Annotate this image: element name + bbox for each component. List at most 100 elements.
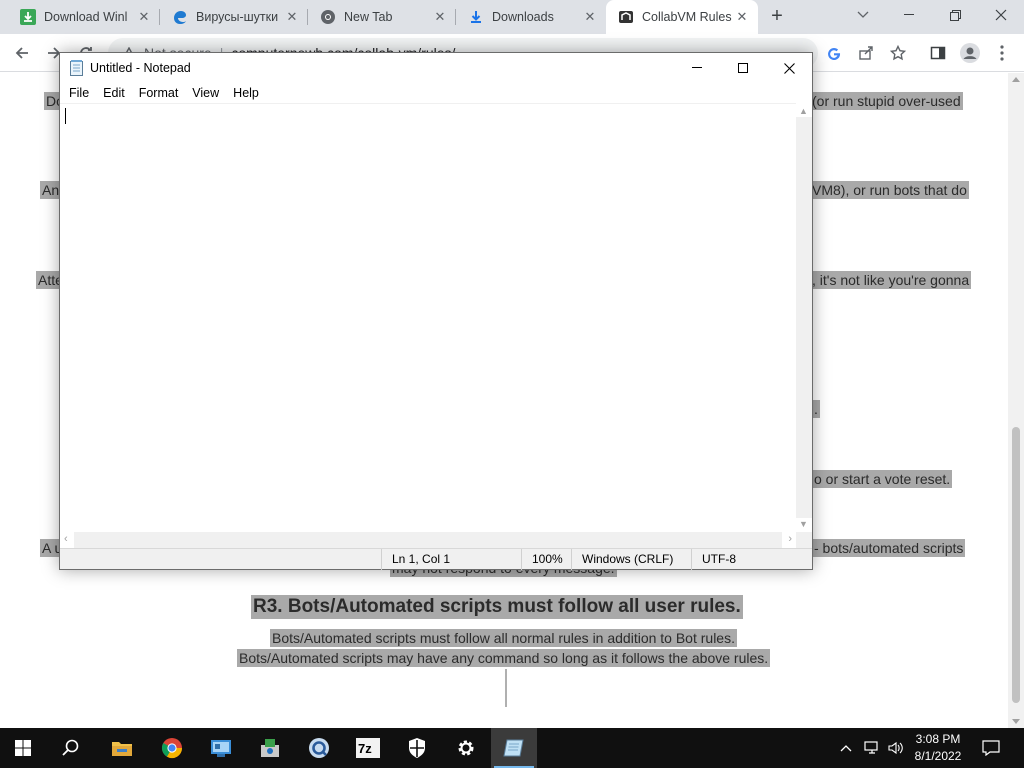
show-hidden-icons-button[interactable] <box>834 728 858 768</box>
scrollbar-thumb[interactable] <box>1012 427 1020 703</box>
start-button[interactable] <box>0 728 46 768</box>
notepad-icon <box>503 739 524 757</box>
notepad-close-button[interactable] <box>766 53 812 83</box>
close-tab-icon[interactable]: ✕ <box>284 9 300 25</box>
menu-format[interactable]: Format <box>132 83 186 103</box>
taskbar-windows-security[interactable] <box>394 728 440 768</box>
taskbar-qbittorrent[interactable] <box>296 728 342 768</box>
7zip-icon: 7z <box>356 738 380 758</box>
side-panel-button[interactable] <box>924 39 952 67</box>
installer-icon <box>261 739 279 757</box>
tab-download-winlator[interactable]: Download Winl ✕ <box>8 0 160 34</box>
close-tab-icon[interactable]: ✕ <box>582 9 598 25</box>
notepad-menu-bar: File Edit Format View Help <box>60 83 812 103</box>
tab-title: Download Winl <box>44 10 128 24</box>
taskbar-settings[interactable] <box>443 728 489 768</box>
tab-downloads[interactable]: Downloads ✕ <box>456 0 606 34</box>
taskbar-control-panel[interactable] <box>198 728 244 768</box>
volume-button[interactable] <box>884 728 908 768</box>
search-button[interactable] <box>48 728 94 768</box>
chrome-icon <box>320 9 336 25</box>
notepad-icon <box>70 60 83 76</box>
taskbar-notepad[interactable] <box>491 728 537 768</box>
status-zoom: 100% <box>521 549 571 570</box>
status-encoding: UTF-8 <box>691 549 812 570</box>
browser-close-button[interactable] <box>978 0 1024 30</box>
menu-file[interactable]: File <box>62 83 96 103</box>
scrollbar-corner <box>796 532 812 548</box>
new-tab-button[interactable]: + <box>764 5 790 29</box>
close-icon <box>783 62 795 74</box>
bookmark-button[interactable] <box>884 39 912 67</box>
menu-view[interactable]: View <box>185 83 226 103</box>
scrollbar-track[interactable] <box>796 117 812 518</box>
collabvm-icon <box>618 9 634 25</box>
close-tab-icon[interactable]: ✕ <box>734 9 750 25</box>
network-button[interactable] <box>860 728 884 768</box>
rule-text-line: An <box>40 181 62 199</box>
taskbar-installer[interactable] <box>247 728 293 768</box>
clock-date: 8/1/2022 <box>914 749 962 763</box>
notepad-status-bar: Ln 1, Col 1 100% Windows (CRLF) UTF-8 <box>60 548 812 570</box>
scroll-down-arrow-icon[interactable]: ▼ <box>799 519 808 529</box>
profile-button[interactable] <box>956 39 984 67</box>
rule-heading: R3. Bots/Automated scripts must follow a… <box>251 595 743 619</box>
notepad-window: Untitled - Notepad File Edit Format View… <box>59 52 813 570</box>
scroll-up-arrow-icon[interactable] <box>1012 77 1020 82</box>
taskbar-chrome[interactable] <box>149 728 195 768</box>
scrollbar-track[interactable] <box>74 532 782 548</box>
start-icon <box>15 740 31 756</box>
rule-text-line: o or start a vote reset. <box>812 470 953 488</box>
scroll-left-arrow-icon[interactable]: ‹ <box>64 533 68 545</box>
volume-icon <box>888 741 903 755</box>
page-scrollbar[interactable] <box>1008 73 1024 728</box>
file-explorer-icon <box>112 742 132 756</box>
minimize-icon <box>692 67 702 68</box>
settings-icon <box>458 740 474 756</box>
status-cursor-position: Ln 1, Col 1 <box>381 549 521 570</box>
back-button[interactable] <box>8 39 36 67</box>
taskbar-clock[interactable]: 3:08 PM 8/1/2022 <box>908 731 968 765</box>
chrome-menu-button[interactable] <box>988 39 1016 67</box>
share-icon <box>859 46 873 60</box>
tab-virus-jokes[interactable]: Вирусы-шутки ✕ <box>160 0 308 34</box>
browser-restore-button[interactable] <box>932 0 978 30</box>
star-icon <box>890 45 906 61</box>
scroll-down-arrow-icon[interactable] <box>1012 719 1020 724</box>
scroll-up-arrow-icon[interactable]: ▲ <box>799 106 808 116</box>
chevron-down-icon <box>857 11 869 18</box>
menu-edit[interactable]: Edit <box>96 83 132 103</box>
rule-text-line: (or run stupid over-used <box>810 92 963 110</box>
close-tab-icon[interactable]: ✕ <box>136 9 152 25</box>
tab-title: Вирусы-шутки <box>196 10 279 24</box>
tab-search-button[interactable] <box>840 0 886 30</box>
notification-icon <box>982 740 1000 756</box>
qbittorrent-icon <box>309 738 329 758</box>
tab-title: CollabVM Rules <box>642 10 732 24</box>
notepad-maximize-button[interactable] <box>720 53 766 83</box>
notifications-button[interactable] <box>968 728 1014 768</box>
google-lens-button[interactable] <box>820 39 848 67</box>
scroll-right-arrow-icon[interactable]: › <box>788 533 792 545</box>
tab-collabvm-rules[interactable]: CollabVM Rules ✕ <box>606 0 758 34</box>
control-panel-icon <box>211 740 231 757</box>
taskbar-file-explorer[interactable] <box>99 728 145 768</box>
notepad-horizontal-scrollbar[interactable]: ‹ › <box>60 532 796 548</box>
browser-tab-strip: Download Winl ✕ Вирусы-шутки ✕ New Tab ✕… <box>0 0 1024 34</box>
close-tab-icon[interactable]: ✕ <box>432 9 448 25</box>
notepad-vertical-scrollbar[interactable]: ▲ ▼ <box>796 103 812 532</box>
browser-minimize-button[interactable] <box>886 0 932 30</box>
menu-help[interactable]: Help <box>226 83 266 103</box>
taskbar-7zip[interactable]: 7z <box>345 728 391 768</box>
share-button[interactable] <box>852 39 880 67</box>
restore-icon <box>949 9 961 21</box>
back-arrow-icon <box>15 47 28 59</box>
notepad-title-bar[interactable]: Untitled - Notepad <box>60 53 812 83</box>
notepad-minimize-button[interactable] <box>674 53 720 83</box>
more-vert-icon <box>1000 45 1004 61</box>
search-icon <box>62 739 79 756</box>
download-arrow-icon <box>20 9 36 25</box>
divider <box>505 669 507 707</box>
notepad-text-area[interactable] <box>60 103 796 532</box>
tab-new-tab[interactable]: New Tab ✕ <box>308 0 456 34</box>
